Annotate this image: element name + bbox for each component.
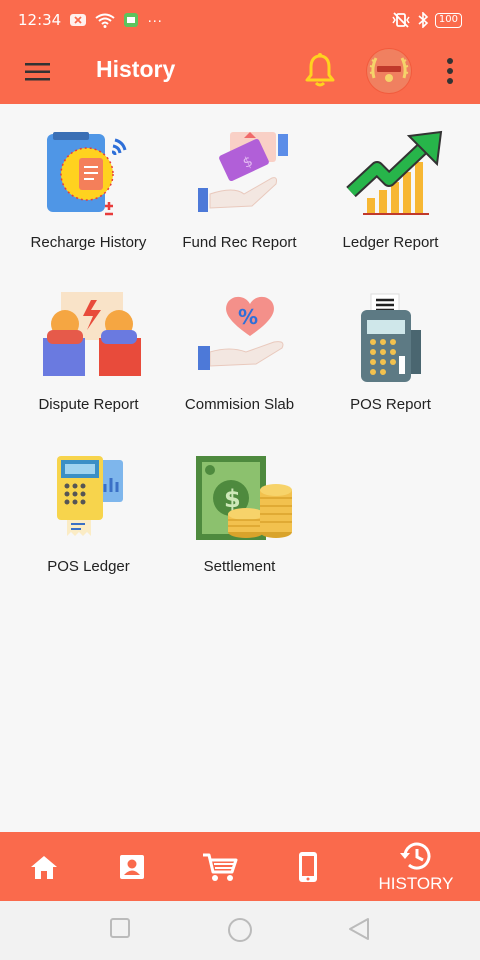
bottom-navigation: HISTORY — [0, 832, 480, 901]
circle-icon — [228, 918, 252, 942]
nav-mobile[interactable] — [278, 832, 338, 901]
back-triangle-icon — [349, 918, 369, 940]
tile-label: POS Report — [350, 396, 431, 413]
back-button[interactable] — [347, 917, 371, 946]
tile-settlement[interactable]: $ Settlement — [164, 428, 315, 590]
page-title: History — [96, 56, 176, 82]
bluetooth-icon — [417, 12, 429, 28]
status-time: 12:34 — [18, 11, 62, 29]
tile-pos-ledger[interactable]: POS Ledger — [13, 428, 164, 590]
tile-label: Fund Rec Report — [182, 234, 297, 251]
pos-report-icon — [361, 293, 421, 382]
more-notifications: ··· — [147, 11, 163, 29]
wifi-icon — [95, 13, 115, 28]
notification-icon — [69, 13, 87, 27]
cart-icon — [203, 853, 238, 881]
contact-card-icon — [120, 854, 144, 879]
nav-history-label: HISTORY — [378, 873, 454, 893]
commission-slab-icon: % — [198, 296, 284, 370]
tile-recharge-history[interactable]: Recharge History — [13, 104, 164, 266]
ledger-report-icon — [346, 130, 443, 215]
tile-pos-report[interactable]: POS Report — [315, 266, 466, 428]
home-button[interactable] — [227, 917, 253, 948]
home-icon — [31, 855, 57, 879]
tile-label: Dispute Report — [38, 396, 139, 413]
app-notification-icon — [123, 12, 139, 28]
nav-home[interactable] — [14, 832, 74, 901]
nav-history[interactable]: HISTORY — [366, 832, 466, 901]
system-navigation-bar — [0, 901, 480, 960]
app-bar: History — [0, 40, 480, 104]
tile-dispute-report[interactable]: Dispute Report — [13, 266, 164, 428]
square-icon — [110, 918, 130, 938]
tile-label: Commision Slab — [184, 396, 295, 413]
tile-fund-rec-report[interactable]: $ Fund Rec Report — [164, 104, 315, 266]
fund-rec-report-icon: $ — [198, 132, 288, 212]
recharge-history-icon — [47, 132, 127, 216]
profile-avatar[interactable] — [366, 48, 412, 94]
svg-text:%: % — [238, 305, 258, 329]
nav-profile[interactable] — [102, 832, 162, 901]
tile-label: Recharge History — [30, 234, 147, 251]
battery-indicator: 100 — [434, 12, 462, 28]
dispute-report-icon — [43, 292, 141, 376]
settlement-icon: $ — [196, 456, 292, 540]
tile-ledger-report[interactable]: Ledger Report — [315, 104, 466, 266]
pos-ledger-icon — [57, 456, 123, 536]
nav-cart[interactable] — [190, 832, 250, 901]
tile-label: Ledger Report — [342, 234, 439, 251]
bell-icon[interactable] — [304, 52, 336, 88]
status-bar: 12:34 ··· 100 — [0, 0, 480, 40]
tile-label: POS Ledger — [47, 558, 130, 575]
menu-icon[interactable] — [24, 58, 52, 86]
more-options-icon[interactable] — [444, 56, 456, 86]
vibrate-icon — [391, 12, 411, 28]
tile-label: Settlement — [203, 558, 276, 575]
tile-commission-slab[interactable]: % Commision Slab — [164, 266, 315, 428]
history-icon — [400, 842, 431, 870]
mobile-phone-icon — [299, 851, 317, 882]
recent-apps-button[interactable] — [109, 917, 131, 944]
